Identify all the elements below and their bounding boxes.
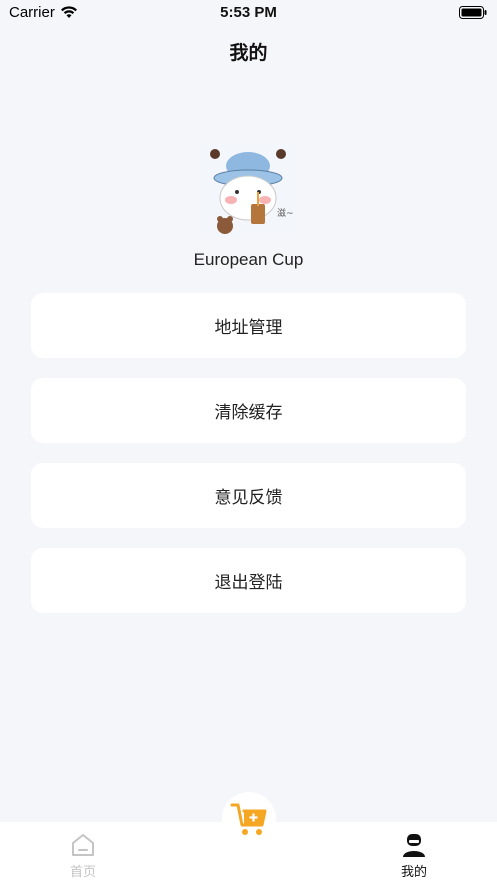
tab-mine-label: 我的 <box>400 865 427 880</box>
avatar[interactable]: 滋~ <box>201 142 297 238</box>
menu-item-label: 退出登陆 <box>214 573 283 593</box>
menu-item-logout[interactable]: 退出登陆 <box>31 548 466 613</box>
svg-text:滋~: 滋~ <box>277 207 294 219</box>
menu-item-address-management[interactable]: 地址管理 <box>31 293 466 358</box>
tab-mine[interactable]: 我的 <box>374 832 454 882</box>
cart-add-icon <box>230 803 267 835</box>
page-title: 我的 <box>229 42 268 64</box>
cart-button[interactable] <box>222 792 276 846</box>
tab-home-label: 首页 <box>69 865 96 880</box>
home-icon <box>72 834 94 856</box>
status-bar: Carrier 5:53 PM <box>0 0 497 28</box>
menu-item-clear-cache[interactable]: 清除缓存 <box>31 378 466 443</box>
menu-item-label: 意见反馈 <box>214 488 283 508</box>
menu-item-label: 地址管理 <box>214 318 283 338</box>
menu-item-label: 清除缓存 <box>214 403 283 423</box>
menu-item-feedback[interactable]: 意见反馈 <box>31 463 466 528</box>
battery-icon <box>459 6 487 19</box>
tab-home[interactable]: 首页 <box>43 832 123 882</box>
user-icon <box>403 834 425 857</box>
username: European Cup <box>193 250 304 269</box>
clock: 5:53 PM <box>220 4 277 21</box>
